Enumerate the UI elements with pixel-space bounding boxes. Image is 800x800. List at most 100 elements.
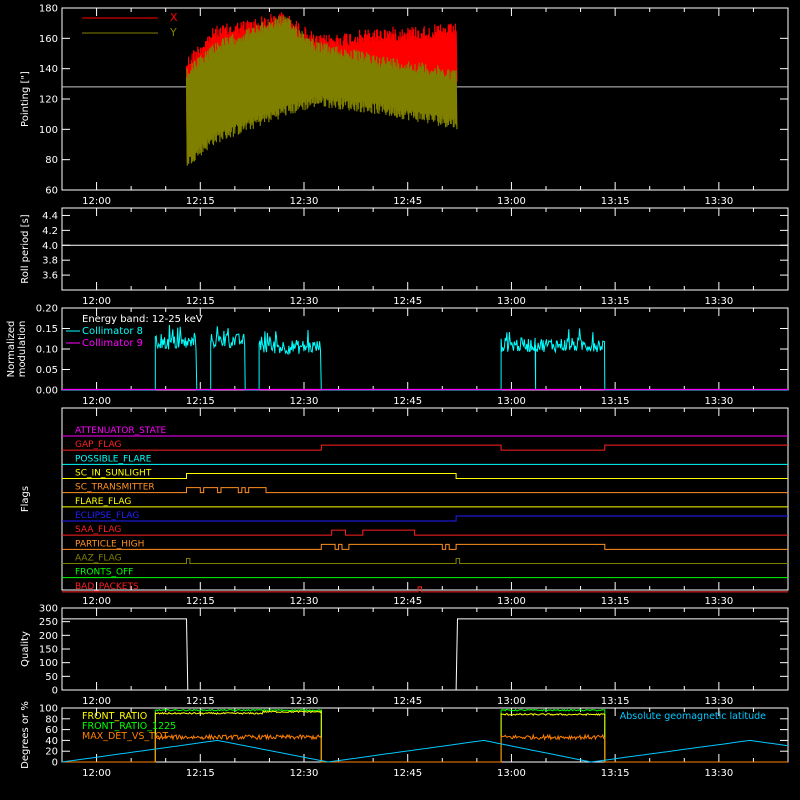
- flag-line-particle_high: [62, 543, 788, 550]
- y-tick-label: 4.0: [42, 241, 58, 252]
- time-tick-label: 12:45: [393, 696, 422, 707]
- time-tick-label: 12:45: [393, 196, 422, 207]
- time-tick-label: 12:30: [290, 696, 319, 707]
- time-tick-label: 12:30: [290, 196, 319, 207]
- y-axis-label: Flags: [20, 486, 31, 512]
- hessi-summary-chart: 12:00 12:15 12:30 12:45 13:00 13:15 13:3060801…: [6, 4, 789, 779]
- collimator-8-series: [62, 324, 788, 391]
- flag-line-bad_packets: [62, 586, 788, 593]
- legend-max-det: MAX_DET_VS_TOT: [82, 731, 168, 742]
- time-tick-label: 12:00: [82, 768, 111, 779]
- flag-label: PARTICLE_HIGH: [75, 539, 144, 549]
- legend-coll8-label: Collimator 8: [82, 326, 143, 337]
- time-tick-label: 12:00: [82, 596, 111, 607]
- y-tick-label: 140: [39, 64, 58, 75]
- time-tick-label: 12:00: [82, 696, 111, 707]
- time-tick-label: 12:30: [290, 296, 319, 307]
- time-tick-label: 12:45: [393, 768, 422, 779]
- panel-frame-5: [61, 607, 789, 691]
- flag-label: FLARE_FLAG: [75, 497, 131, 507]
- time-tick-label: 12:15: [186, 396, 215, 407]
- time-tick-label: 13:15: [601, 196, 630, 207]
- series-geomagnetic-latitude: [61, 739, 789, 763]
- time-tick-label: 13:30: [704, 696, 733, 707]
- y-tick-label: 0: [52, 686, 58, 697]
- y-tick-label: 0.05: [36, 365, 58, 376]
- y-tick-label: 100: [39, 704, 58, 715]
- time-tick-label: 12:15: [186, 768, 215, 779]
- y-tick-label: 100: [39, 658, 58, 669]
- y-axis-label: Degrees or %: [20, 701, 31, 769]
- flag-line-aaz_flag: [62, 558, 788, 564]
- legend-geomag: Absolute geomagnetic latitude: [620, 711, 766, 722]
- time-tick-label: 12:15: [186, 196, 215, 207]
- y-tick-label: 60: [45, 725, 58, 736]
- time-tick-label: 12:45: [393, 296, 422, 307]
- time-tick-label: 12:45: [393, 396, 422, 407]
- time-tick-label: 13:15: [601, 296, 630, 307]
- time-tick-label: 12:30: [290, 768, 319, 779]
- flag-label: FRONTS_OFF: [75, 568, 133, 578]
- y-tick-label: 160: [39, 34, 58, 45]
- y-axis-label: Normalized: [6, 321, 17, 378]
- flag-label: POSSIBLE_FLARE: [75, 454, 152, 464]
- flag-label: ATTENUATOR_STATE: [75, 426, 167, 436]
- y-tick-label: 120: [39, 95, 58, 106]
- y-tick-label: 100: [39, 125, 58, 136]
- time-tick-label: 13:00: [497, 196, 526, 207]
- y-tick-label: 0.00: [36, 386, 58, 397]
- time-tick-label: 12:15: [186, 596, 215, 607]
- y-tick-label: 50: [45, 672, 58, 683]
- time-tick-label: 13:15: [601, 396, 630, 407]
- y-tick-label: 3.6: [42, 271, 58, 282]
- time-tick-label: 12:00: [82, 396, 111, 407]
- flag-label: BAD_PACKETS: [75, 582, 139, 592]
- time-tick-label: 13:00: [497, 696, 526, 707]
- quality-series: [62, 618, 788, 691]
- time-tick-label: 13:15: [601, 696, 630, 707]
- y-tick-label: 300: [39, 604, 58, 615]
- time-tick-label: 13:30: [704, 296, 733, 307]
- y-axis-label: modulation: [17, 321, 28, 378]
- legend-coll9-label: Collimator 9: [82, 338, 143, 349]
- y-tick-label: 3.8: [42, 256, 58, 267]
- y-tick-label: 0: [52, 758, 58, 769]
- y-tick-label: 20: [45, 747, 58, 758]
- time-tick-label: 13:30: [704, 596, 733, 607]
- y-tick-label: 4.2: [42, 226, 58, 237]
- time-tick-label: 12:30: [290, 396, 319, 407]
- flag-label: SC_IN_SUNLIGHT: [75, 469, 152, 479]
- time-tick-label: 13:30: [704, 396, 733, 407]
- y-tick-label: 80: [45, 714, 58, 725]
- y-tick-label: 4.4: [42, 211, 58, 222]
- flag-label: SAA_FLAG: [75, 525, 121, 535]
- y-axis-label: Quality: [20, 631, 31, 667]
- time-tick-label: 12:15: [186, 696, 215, 707]
- y-tick-label: 0.20: [36, 304, 58, 315]
- legend-x-label: X: [170, 11, 178, 24]
- y-axis-label: Roll period [s]: [20, 214, 31, 283]
- time-tick-label: 13:00: [497, 396, 526, 407]
- legend-y-label: Y: [169, 26, 177, 39]
- time-tick-label: 13:30: [704, 196, 733, 207]
- flag-label: SC_TRANSMITTER: [75, 483, 155, 493]
- flag-line-eclipse_flag: [62, 515, 788, 522]
- panel-frame-2: [61, 207, 789, 291]
- panel-frame-4: [61, 407, 789, 591]
- time-tick-label: 12:30: [290, 596, 319, 607]
- y-tick-label: 180: [39, 4, 58, 15]
- y-tick-label: 250: [39, 617, 58, 628]
- flag-line-gap_flag: [62, 444, 788, 451]
- time-tick-label: 12:00: [82, 196, 111, 207]
- flag-line-sc_in_sunlight: [62, 473, 788, 479]
- y-axis-label: Pointing ["]: [20, 71, 31, 127]
- time-tick-label: 13:00: [497, 296, 526, 307]
- y-tick-label: 150: [39, 645, 58, 656]
- flag-line-sc_transmitter: [62, 487, 788, 494]
- time-tick-label: 12:00: [82, 296, 111, 307]
- y-tick-label: 200: [39, 631, 58, 642]
- energy-band-annotation: Energy band: 12-25 keV: [82, 314, 203, 325]
- y-tick-label: 0.10: [36, 345, 58, 356]
- y-tick-label: 80: [45, 155, 58, 166]
- flag-label: ECLIPSE_FLAG: [75, 511, 139, 521]
